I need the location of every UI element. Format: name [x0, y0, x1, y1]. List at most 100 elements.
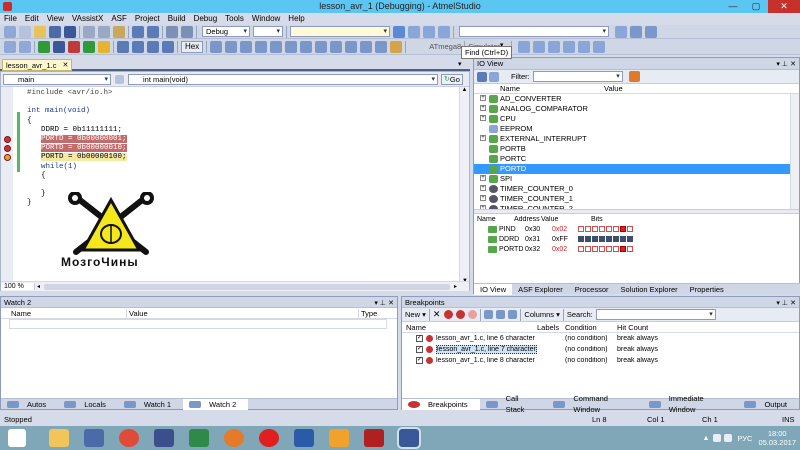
stop-debugging-icon[interactable] [68, 40, 80, 53]
register-row[interactable]: PIND 0x30 0x02 [474, 224, 799, 234]
network-icon[interactable] [713, 434, 722, 442]
register-bit[interactable] [613, 226, 619, 232]
io-tree-item[interactable]: PORTC [474, 154, 799, 164]
tab-asf-explorer[interactable]: ASF Explorer [512, 284, 569, 295]
step-out-icon[interactable] [147, 40, 159, 53]
menu-help[interactable]: Help [284, 13, 308, 25]
io-tree-item[interactable]: + CPU [474, 114, 799, 124]
add-item-icon[interactable] [19, 25, 31, 38]
io-col-value[interactable]: Value [604, 84, 684, 93]
code-lines[interactable]: #include <avr/io.h> int main(void) { DDRD =… [4, 89, 443, 208]
step-into-icon[interactable] [117, 40, 129, 53]
io-view-mode-1-icon[interactable] [477, 71, 487, 82]
expand-toggle[interactable]: + [480, 105, 486, 111]
tab-properties[interactable]: Properties [684, 284, 730, 295]
tb-extra-4-icon[interactable] [562, 40, 575, 53]
register-bit[interactable] [613, 246, 619, 252]
columns-button[interactable]: Columns ▾ [524, 310, 559, 319]
code-line[interactable]: PORTD = 0b00000001; [4, 134, 443, 144]
expand-toggle[interactable]: + [480, 95, 486, 101]
io-tree-item[interactable]: + AD_CONVERTER [474, 94, 799, 104]
register-bit[interactable] [620, 246, 626, 252]
breakpoint-search-input[interactable] [595, 309, 716, 320]
disable-all-icon[interactable] [468, 310, 478, 319]
run-to-cursor-icon[interactable] [162, 40, 174, 53]
watch-pin-icon[interactable]: ▾ ⊥ [374, 300, 386, 307]
save-all-icon[interactable] [64, 25, 76, 38]
register-bit[interactable] [620, 226, 626, 232]
tab-watch-1[interactable]: Watch 1 [118, 399, 183, 410]
new-breakpoint-button[interactable]: New ▾ [405, 310, 426, 319]
breakpoint-row[interactable]: ✓ lesson_avr_1.c, line 7 character 1 (no c… [402, 344, 799, 355]
registers-icon[interactable] [255, 40, 268, 53]
device-programming-icon[interactable] [390, 40, 403, 53]
register-bit[interactable] [627, 246, 633, 252]
continue-icon[interactable] [38, 40, 50, 53]
bug-icon[interactable] [364, 429, 384, 447]
maximize-button[interactable]: ▢ [745, 0, 767, 13]
register-bit[interactable] [599, 246, 605, 252]
editor-tab[interactable]: lesson_avr_1.c ✕ [2, 59, 73, 71]
io-tree-item[interactable]: + SPI [474, 174, 799, 184]
code-line[interactable]: { [23, 172, 443, 181]
bp-col-condition[interactable]: Condition [565, 323, 617, 332]
export-icon[interactable] [484, 310, 494, 319]
go-button[interactable]: ↻ Go [441, 73, 463, 85]
solution-explorer-icon[interactable] [423, 25, 435, 38]
clock[interactable]: 18:00 05.03.2017 [758, 429, 796, 447]
bp-col-hitcount[interactable]: Hit Count [617, 323, 697, 332]
breakpoint-row[interactable]: ✓ lesson_avr_1.c, line 6 character 1 (no c… [402, 333, 799, 344]
menu-build[interactable]: Build [164, 13, 190, 25]
code-line[interactable]: DDRD = 0b11111111; [23, 126, 443, 135]
goto-source-icon[interactable] [508, 310, 518, 319]
io-view-icon[interactable] [285, 40, 298, 53]
tab-processor[interactable]: Processor [569, 284, 615, 295]
save-icon[interactable] [49, 25, 61, 38]
tab-dropdown-icon[interactable]: ▾ [458, 60, 462, 68]
tab-output[interactable]: Output [738, 399, 799, 410]
code-line[interactable]: int main(void) [23, 107, 443, 116]
import-icon[interactable] [496, 310, 506, 319]
bp-col-name[interactable]: Name [402, 323, 537, 332]
expand-toggle[interactable]: + [480, 195, 486, 201]
extension-icon[interactable] [630, 25, 642, 38]
menu-window[interactable]: Window [248, 13, 284, 25]
menu-file[interactable]: File [0, 13, 21, 25]
code-line[interactable]: #include <avr/io.h> [23, 89, 443, 98]
io-tree-item[interactable]: + EXTERNAL_INTERRUPT [474, 134, 799, 144]
tab-watch-2[interactable]: Watch 2 [183, 398, 249, 410]
io-tree-item[interactable]: EEPROM [474, 124, 799, 134]
io-view-mode-2-icon[interactable] [489, 71, 499, 82]
register-bit[interactable] [585, 226, 591, 232]
chrome-icon[interactable] [119, 429, 139, 447]
menu-tools[interactable]: Tools [221, 13, 248, 25]
explorer-icon[interactable] [49, 429, 69, 447]
atmel-studio-icon[interactable] [397, 427, 421, 449]
watch-close-icon[interactable]: ✕ [388, 300, 394, 307]
code-line[interactable] [23, 98, 443, 107]
register-bit[interactable] [592, 246, 598, 252]
tb-extra-2-icon[interactable] [532, 40, 545, 53]
register-row[interactable]: PORTD 0x32 0x02 [474, 244, 799, 254]
io-col-name[interactable]: Name [474, 84, 604, 93]
register-bit[interactable] [627, 236, 633, 242]
register-bit[interactable] [578, 246, 584, 252]
io-tree-item[interactable]: + TIMER_COUNTER_2 [474, 204, 799, 209]
expand-toggle[interactable]: + [480, 175, 486, 181]
bookmark-icon[interactable] [615, 25, 627, 38]
navigate-back-icon[interactable] [166, 25, 178, 38]
register-bit[interactable] [578, 226, 584, 232]
step-over-icon[interactable] [132, 40, 144, 53]
hex-toggle[interactable]: Hex [181, 40, 204, 53]
break-all-icon[interactable] [53, 40, 65, 53]
device-label[interactable]: ATmega8 [429, 42, 461, 51]
disassembly-icon[interactable] [240, 40, 253, 53]
register-bit[interactable] [599, 226, 605, 232]
scope-sync-icon[interactable] [115, 74, 124, 84]
tb-extra-6-icon[interactable] [592, 40, 605, 53]
paste-icon[interactable] [113, 25, 125, 38]
editor-hscroll[interactable] [44, 283, 450, 290]
breakpoint-list[interactable]: ✓ lesson_avr_1.c, line 6 character 1 (no c… [402, 333, 799, 366]
register-bit[interactable] [599, 236, 605, 242]
tab-io-view[interactable]: IO View [474, 283, 513, 295]
